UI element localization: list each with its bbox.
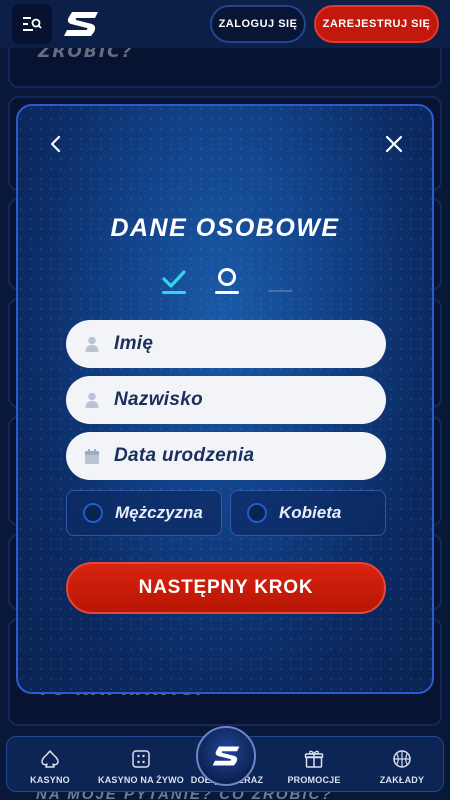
first-name-placeholder: Imię bbox=[114, 333, 154, 354]
next-step-button[interactable]: NASTĘPNY KROK bbox=[66, 562, 386, 614]
nav-item-sports[interactable]: ZAKŁADY bbox=[367, 737, 437, 793]
nav-item-promotions[interactable]: PROMOCJE bbox=[279, 737, 349, 793]
birthdate-placeholder: Data urodzenia bbox=[114, 445, 255, 466]
join-now-button[interactable] bbox=[196, 726, 256, 786]
first-name-field[interactable]: Imię bbox=[66, 320, 386, 368]
step-indicator bbox=[18, 266, 432, 300]
login-button[interactable]: ZALOGUJ SIĘ bbox=[210, 5, 306, 43]
user-icon bbox=[84, 391, 100, 409]
registration-modal: DANE OSOBOWE Imię Nazwisko Data urodzeni… bbox=[16, 104, 434, 694]
gift-icon bbox=[304, 750, 324, 768]
nav-item-live-casino[interactable]: KASYNO NA ŻYWO bbox=[91, 737, 191, 793]
modal-title: DANE OSOBOWE bbox=[110, 214, 340, 242]
user-icon bbox=[84, 335, 100, 353]
page: ZROBIĆ? TO NAPRAWIĆ? NA MOJE PYTANIE? CO… bbox=[0, 0, 450, 800]
nav-item-casino[interactable]: KASYNO bbox=[15, 737, 85, 793]
top-header: ZALOGUJ SIĘ ZAREJESTRUJ SIĘ bbox=[0, 0, 450, 48]
gender-female-label: Kobieta bbox=[279, 503, 342, 522]
gender-female-option[interactable]: Kobieta bbox=[230, 490, 386, 536]
dice-icon bbox=[132, 750, 150, 768]
logo-icon bbox=[212, 746, 240, 766]
basketball-icon bbox=[393, 750, 411, 768]
gender-male-label: Mężczyzna bbox=[115, 503, 203, 522]
user-step-icon bbox=[215, 268, 239, 294]
gender-male-option[interactable]: Mężczyzna bbox=[66, 490, 222, 536]
step-next-indicator bbox=[268, 290, 292, 292]
birthdate-field[interactable]: Data urodzenia bbox=[66, 432, 386, 480]
nav-item-label: KASYNO bbox=[30, 775, 70, 785]
nav-item-label: KASYNO NA ŻYWO bbox=[98, 775, 184, 785]
nav-item-label: PROMOCJE bbox=[287, 775, 341, 785]
menu-search-icon bbox=[23, 17, 42, 31]
radio-button[interactable] bbox=[247, 503, 267, 523]
brand-logo[interactable] bbox=[62, 8, 100, 40]
register-button[interactable]: ZAREJESTRUJ SIĘ bbox=[314, 5, 439, 43]
close-icon[interactable] bbox=[382, 132, 406, 156]
back-arrow-icon[interactable] bbox=[44, 132, 68, 156]
radio-button[interactable] bbox=[83, 503, 103, 523]
nav-item-label: ZAKŁADY bbox=[379, 775, 425, 785]
spade-icon bbox=[41, 750, 59, 768]
last-name-placeholder: Nazwisko bbox=[114, 389, 203, 410]
last-name-field[interactable]: Nazwisko bbox=[66, 376, 386, 424]
menu-button[interactable] bbox=[12, 4, 52, 44]
calendar-icon bbox=[84, 447, 100, 465]
check-icon bbox=[162, 270, 186, 294]
